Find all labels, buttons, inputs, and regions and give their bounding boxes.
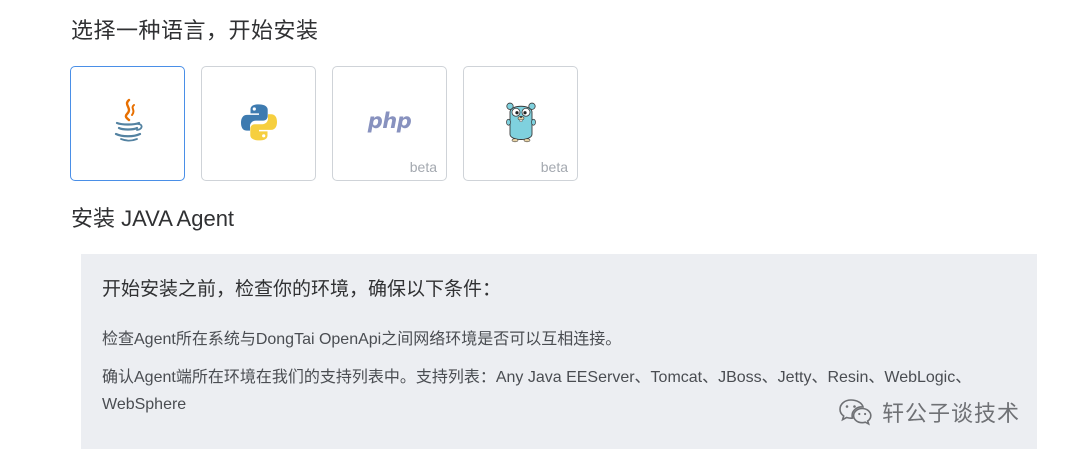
condition-network: 检查Agent所在系统与DongTai OpenApi之间网络环境是否可以互相连… [102, 331, 622, 348]
language-card-python[interactable] [201, 66, 316, 181]
language-card-php[interactable]: php beta [332, 66, 447, 181]
install-section-title: 安装 JAVA Agent [71, 206, 235, 231]
go-gopher-icon [505, 102, 536, 142]
python-icon [240, 103, 277, 140]
prerequisites-heading: 开始安装之前，检查你的环境，确保以下条件： [102, 279, 502, 300]
watermark: 轩公子谈技术 [838, 392, 1020, 432]
php-logo: php [367, 108, 412, 133]
wechat-icon [839, 399, 872, 426]
language-card-java[interactable] [70, 66, 185, 181]
page-title: 选择一种语言，开始安装 [71, 18, 319, 43]
java-icon [114, 98, 143, 141]
language-card-go[interactable]: beta [463, 66, 578, 181]
beta-badge: beta [540, 159, 568, 175]
watermark-text: 轩公子谈技术 [882, 401, 1021, 426]
beta-badge: beta [409, 159, 437, 175]
